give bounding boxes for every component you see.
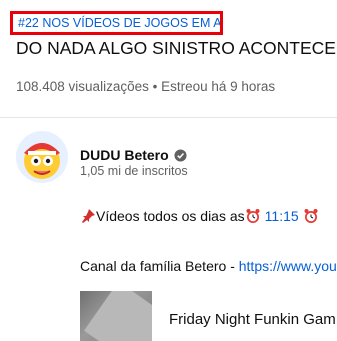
description-line-1: Vídeos todos os dias as 11:15 (80, 208, 319, 224)
channel-name[interactable]: DUDU Betero (80, 147, 169, 163)
divider (0, 117, 337, 118)
verified-check-icon (174, 148, 187, 162)
channel-avatar[interactable] (16, 131, 68, 183)
alarm-clock-icon (304, 209, 318, 223)
pushpin-icon (82, 209, 95, 223)
timestamp-link[interactable]: 11:15 (265, 208, 299, 224)
subscriber-count: 1,05 mi de inscritos (80, 164, 188, 178)
video-meta: 108.408 visualizações • Estreou há 9 hor… (16, 79, 276, 94)
related-video-thumbnail[interactable] (80, 291, 152, 341)
channel-name-row[interactable]: DUDU Betero (80, 147, 187, 163)
alarm-clock-icon (246, 209, 260, 223)
family-channel-text: Canal da família Betero - (80, 258, 239, 274)
family-channel-link[interactable]: https://www.you (239, 258, 337, 274)
related-video-title[interactable]: Friday Night Funkin Gam (169, 311, 336, 328)
video-title: DO NADA ALGO SINISTRO ACONTECEU (16, 38, 337, 58)
trending-label[interactable]: #22 NOS VÍDEOS DE JOGOS EM ALTA (18, 16, 220, 30)
avatar-image (16, 131, 68, 183)
trending-badge-link[interactable]: #22 NOS VÍDEOS DE JOGOS EM ALTA (10, 11, 223, 35)
description-daily-text: Vídeos todos os dias as (96, 208, 245, 224)
related-video-card[interactable]: Friday Night Funkin Gam (80, 291, 337, 341)
description-line-2: Canal da família Betero - https://www.yo… (80, 258, 337, 274)
